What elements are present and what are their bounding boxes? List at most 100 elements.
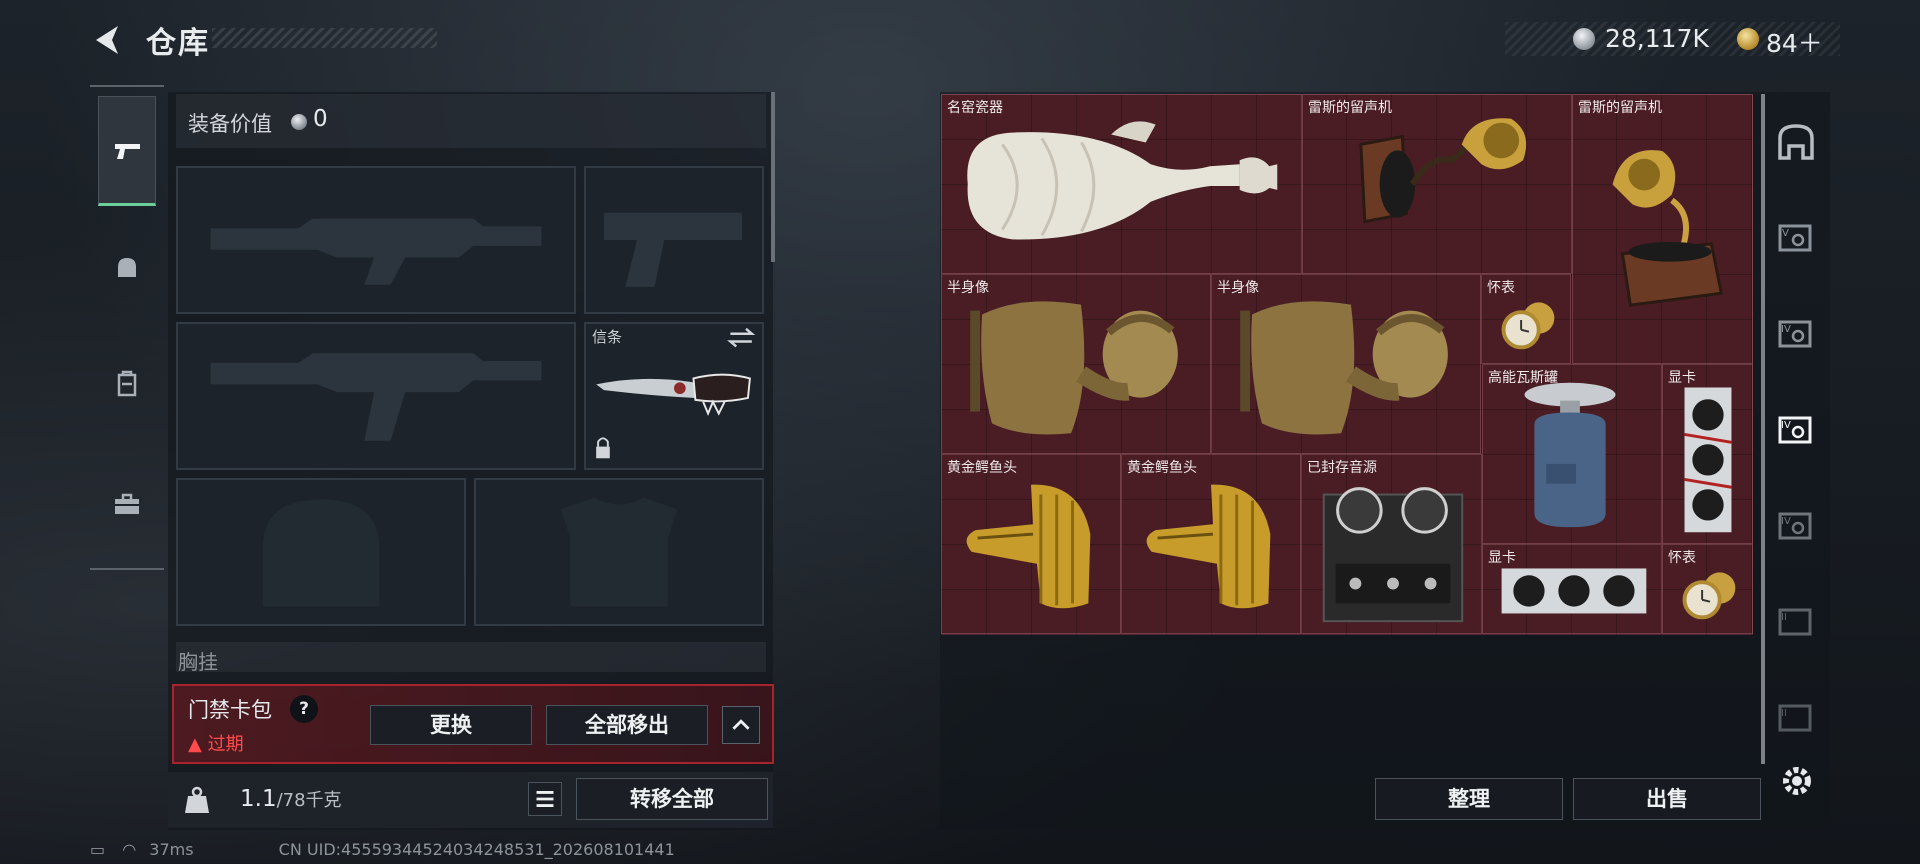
tab-backpack[interactable] [98,330,156,440]
rifle-silhouette-icon [210,353,542,441]
tab-case[interactable] [98,450,156,560]
equipment-value: 0 [313,106,328,132]
gear-icon[interactable] [1778,762,1816,800]
title-decoration [212,28,437,48]
silver-currency-value: 28,117K [1605,24,1709,53]
item-label: 怀表 [1668,550,1696,566]
back-arrow-icon[interactable] [88,20,128,60]
sell-button[interactable]: 出售 [1573,778,1761,820]
wifi-icon: ◠ [122,840,137,859]
gold-coin-icon [1737,28,1759,50]
tab-stash-main[interactable] [1776,122,1816,162]
helmet-silhouette-icon [262,499,380,607]
primary-weapon-slot[interactable] [176,166,576,314]
page-title: 仓库 [146,26,210,61]
item-label: 雷斯的留声机 [1578,100,1662,116]
svg-text:IV: IV [1781,420,1791,431]
weight-icon [185,786,209,813]
transfer-all-button[interactable]: 转移全部 [576,778,768,820]
keycard-status: ▲ 过期 [188,730,244,756]
rifle-silhouette-icon [210,218,542,285]
item-label: 半身像 [947,280,989,296]
item-label: 显卡 [1488,550,1516,566]
stash-item-pocket-watch[interactable]: 怀表 [1662,544,1753,634]
stash-scrollbar[interactable] [1761,94,1765,764]
pistol-slot[interactable] [584,166,764,314]
remove-all-button[interactable]: 全部移出 [546,705,708,745]
tab-stash-5-icon[interactable]: V [1776,218,1816,258]
uid-text: CN UID:45559344524034248531_202608101441 [278,840,675,859]
tab-helmet[interactable] [98,215,156,325]
gold-crocodile-head-icon [966,484,1091,609]
help-icon[interactable]: ? [290,695,318,723]
chevron-up-icon [732,719,750,730]
tab-stash-4-icon[interactable]: IV [1776,314,1816,354]
tab-stash-1-icon[interactable]: II [1776,698,1816,738]
swap-icon[interactable] [727,327,756,348]
tab-weapons[interactable] [98,96,156,206]
secondary-weapon-slot[interactable] [176,322,576,470]
silver-coin-icon [1573,28,1595,50]
helmet-slot[interactable] [176,478,466,626]
melee-slot[interactable]: 信条 [584,322,764,470]
stash-item-bust[interactable]: 半身像 [941,274,1211,454]
stash-item-gas-tank[interactable]: 高能瓦斯罐 [1482,364,1662,544]
tab-stash-4-active-icon[interactable]: IV [1776,410,1816,450]
pistol-icon [115,144,140,159]
stash-item-reel-recorder[interactable]: 已封存音源 [1301,454,1482,634]
stash-item-bust[interactable]: 半身像 [1211,274,1481,454]
item-label: 显卡 [1668,370,1696,386]
stash-item-phonograph[interactable]: 雷斯的留声机 [1302,94,1572,274]
equipment-value-label: 装备价值 [188,112,272,136]
gas-canister-icon [1524,382,1616,528]
stash-item-gold-croc-head[interactable]: 黄金鳄鱼头 [941,454,1121,634]
item-label: 黄金鳄鱼头 [1127,460,1197,476]
phonograph-icon [1612,150,1724,307]
tab-stash-2-icon[interactable]: II [1776,602,1816,642]
list-view-button[interactable] [528,782,562,816]
briefcase-icon [115,493,139,514]
bust-statue-icon [970,301,1178,435]
item-label: 怀表 [1487,280,1515,296]
svg-text:V: V [1782,228,1789,239]
list-icon [536,791,554,807]
chest-rig-label: 胸挂 [178,650,218,674]
svg-text:IV: IV [1781,324,1791,335]
sort-button[interactable]: 整理 [1375,778,1563,820]
warning-icon: ▲ [188,734,202,755]
replace-button[interactable]: 更换 [370,705,532,745]
equipment-scrollbar[interactable] [771,92,775,262]
lock-icon [596,437,610,459]
stash-item-vase[interactable]: 名窑瓷器 [941,94,1302,274]
item-label: 黄金鳄鱼头 [947,460,1017,476]
bust-statue-icon [1240,301,1448,435]
armor-slot[interactable] [474,478,764,626]
status-bar: ▭ ◠ 37ms CN UID:45559344524034248531_202… [90,840,675,859]
armor-silhouette-icon [560,497,678,607]
ping-value: 37ms [149,840,194,859]
item-label: 已封存音源 [1307,460,1377,476]
svg-text:IV: IV [1781,516,1791,527]
karambit-knife-icon [596,373,751,417]
silver-coin-icon [291,114,307,130]
backpack-icon [117,370,137,397]
stash-item-graphics-card[interactable]: 显卡 [1482,544,1662,634]
phonograph-icon [1359,118,1527,224]
reel-to-reel-recorder-icon [1322,487,1464,623]
expand-up-button[interactable] [722,706,760,744]
svg-text:II: II [1781,612,1787,623]
keycard-status-text: 过期 [207,734,244,755]
weight-current: 1.1 [240,786,277,812]
keycard-label: 门禁卡包 [188,698,272,722]
item-label: 雷斯的留声机 [1308,100,1392,116]
stash-item-phonograph[interactable]: 雷斯的留声机 [1572,94,1753,364]
tab-stash-4b-icon[interactable]: IV [1776,506,1816,546]
stash-item-pocket-watch[interactable]: 怀表 [1481,274,1571,364]
graphics-card-icon [1684,387,1732,533]
stash-item-graphics-card[interactable]: 显卡 [1662,364,1753,544]
weight-max: /78千克 [276,790,342,811]
weight-value: 1.1/78千克 [240,786,342,812]
gold-currency-value[interactable]: 84＋ [1766,24,1823,60]
porcelain-vase-icon [967,121,1278,240]
stash-item-gold-croc-head[interactable]: 黄金鳄鱼头 [1121,454,1301,634]
